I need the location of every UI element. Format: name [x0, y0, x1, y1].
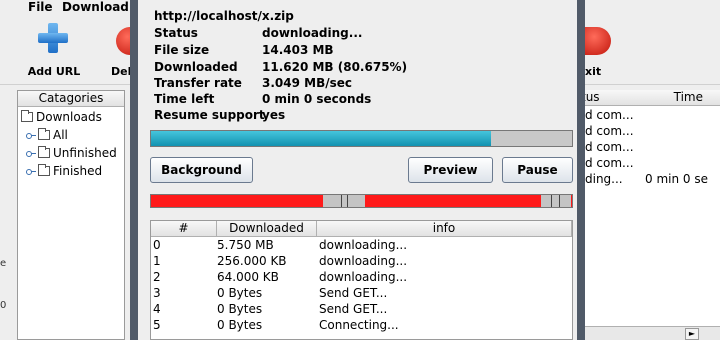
thread-id[interactable]: 3 [153, 286, 161, 300]
pause-button[interactable]: Pause [502, 157, 573, 183]
list-row-time[interactable]: 0 min 0 se [645, 172, 708, 186]
preview-button[interactable]: Preview [408, 157, 493, 183]
download-url: http://localhost/x.zip [154, 9, 294, 23]
download-list: tus Time d com... d com... d com... d co… [580, 90, 720, 340]
column-downloaded[interactable]: Downloaded [217, 221, 317, 237]
threads-table: # Downloaded info 0 5.750 MB downloading… [150, 220, 573, 340]
download-progress-bar [150, 130, 573, 147]
thread-info[interactable]: downloading... [319, 238, 407, 252]
file-size-value: 14.403 MB [262, 43, 334, 57]
tree-node-icon[interactable] [26, 131, 36, 139]
thread-info[interactable]: Send GET... [319, 286, 387, 300]
background-button[interactable]: Background [150, 157, 253, 183]
status-value: downloading... [262, 26, 363, 40]
add-icon [38, 23, 68, 53]
horizontal-scrollbar[interactable]: ► [581, 326, 720, 340]
resume-support-value: yes [262, 108, 286, 122]
column-status[interactable]: tus [581, 90, 661, 106]
thread-downloaded[interactable]: 5.750 MB [217, 238, 274, 252]
thread-info[interactable]: downloading... [319, 254, 407, 268]
status-label: Status [154, 26, 198, 40]
file-size-label: File size [154, 43, 210, 57]
menu-download[interactable]: Download [62, 0, 129, 14]
thread-info[interactable]: Connecting... [319, 318, 399, 332]
list-row-status[interactable]: d com... [585, 108, 634, 122]
download-dialog: http://localhost/x.zip Status downloadin… [130, 0, 585, 340]
segment-tick [559, 195, 560, 207]
segment-gap [541, 195, 571, 207]
transfer-rate-value: 3.049 MB/sec [262, 76, 352, 90]
menu-file[interactable]: File [28, 0, 53, 14]
tree-node-icon[interactable] [26, 167, 36, 175]
exit-label: xit [585, 65, 602, 78]
tree-unfinished[interactable]: Unfinished [26, 146, 117, 160]
segment-tick [551, 195, 552, 207]
thread-segments-bar [150, 194, 573, 208]
thread-info[interactable]: downloading... [319, 270, 407, 284]
categories-header[interactable]: Catagories [18, 91, 124, 107]
tree-finished[interactable]: Finished [26, 164, 102, 178]
folder-icon [38, 128, 50, 140]
column-info[interactable]: info [317, 221, 572, 237]
tree-node-icon[interactable] [26, 149, 36, 157]
thread-info[interactable]: Send GET... [319, 302, 387, 316]
thread-id[interactable]: 2 [153, 270, 161, 284]
list-row-status[interactable]: d com... [585, 124, 634, 138]
transfer-rate-label: Transfer rate [154, 76, 242, 90]
thread-downloaded[interactable]: 0 Bytes [217, 302, 262, 316]
exit-icon [583, 27, 611, 55]
categories-panel: Catagories Downloads All Unfinished Fini… [17, 90, 125, 340]
left-edge-text: e [0, 258, 7, 269]
column-time[interactable]: Time [661, 90, 720, 106]
tree-downloads[interactable]: Downloads [21, 110, 102, 124]
column-thread-number[interactable]: # [151, 221, 217, 237]
progress-fill [151, 131, 491, 146]
downloaded-label: Downloaded [154, 60, 238, 74]
folder-icon [38, 146, 50, 158]
time-left-label: Time left [154, 92, 215, 106]
folder-icon [21, 110, 33, 122]
list-row-status[interactable]: ding... [585, 172, 623, 186]
downloaded-value: 11.620 MB (80.675%) [262, 60, 408, 74]
tree-all[interactable]: All [26, 128, 68, 142]
add-url-label: Add URL [27, 65, 81, 78]
segment-gap [323, 195, 365, 207]
list-row-status[interactable]: d com... [585, 140, 634, 154]
thread-id[interactable]: 1 [153, 254, 161, 268]
dialog-content: http://localhost/x.zip Status downloadin… [138, 0, 577, 340]
thread-id[interactable]: 4 [153, 302, 161, 316]
thread-id[interactable]: 0 [153, 238, 161, 252]
scroll-right-arrow-icon[interactable]: ► [685, 328, 699, 340]
thread-downloaded[interactable]: 256.000 KB [217, 254, 287, 268]
segment-tick [341, 195, 342, 207]
time-left-value: 0 min 0 seconds [262, 92, 372, 106]
list-row-status[interactable]: d com... [585, 156, 634, 170]
resume-support-label: Resume support [154, 108, 265, 122]
thread-id[interactable]: 5 [153, 318, 161, 332]
thread-downloaded[interactable]: 64.000 KB [217, 270, 279, 284]
segment-tick [347, 195, 348, 207]
thread-downloaded[interactable]: 0 Bytes [217, 286, 262, 300]
folder-icon [38, 164, 50, 176]
thread-downloaded[interactable]: 0 Bytes [217, 318, 262, 332]
left-edge-text: 0 [0, 300, 7, 311]
